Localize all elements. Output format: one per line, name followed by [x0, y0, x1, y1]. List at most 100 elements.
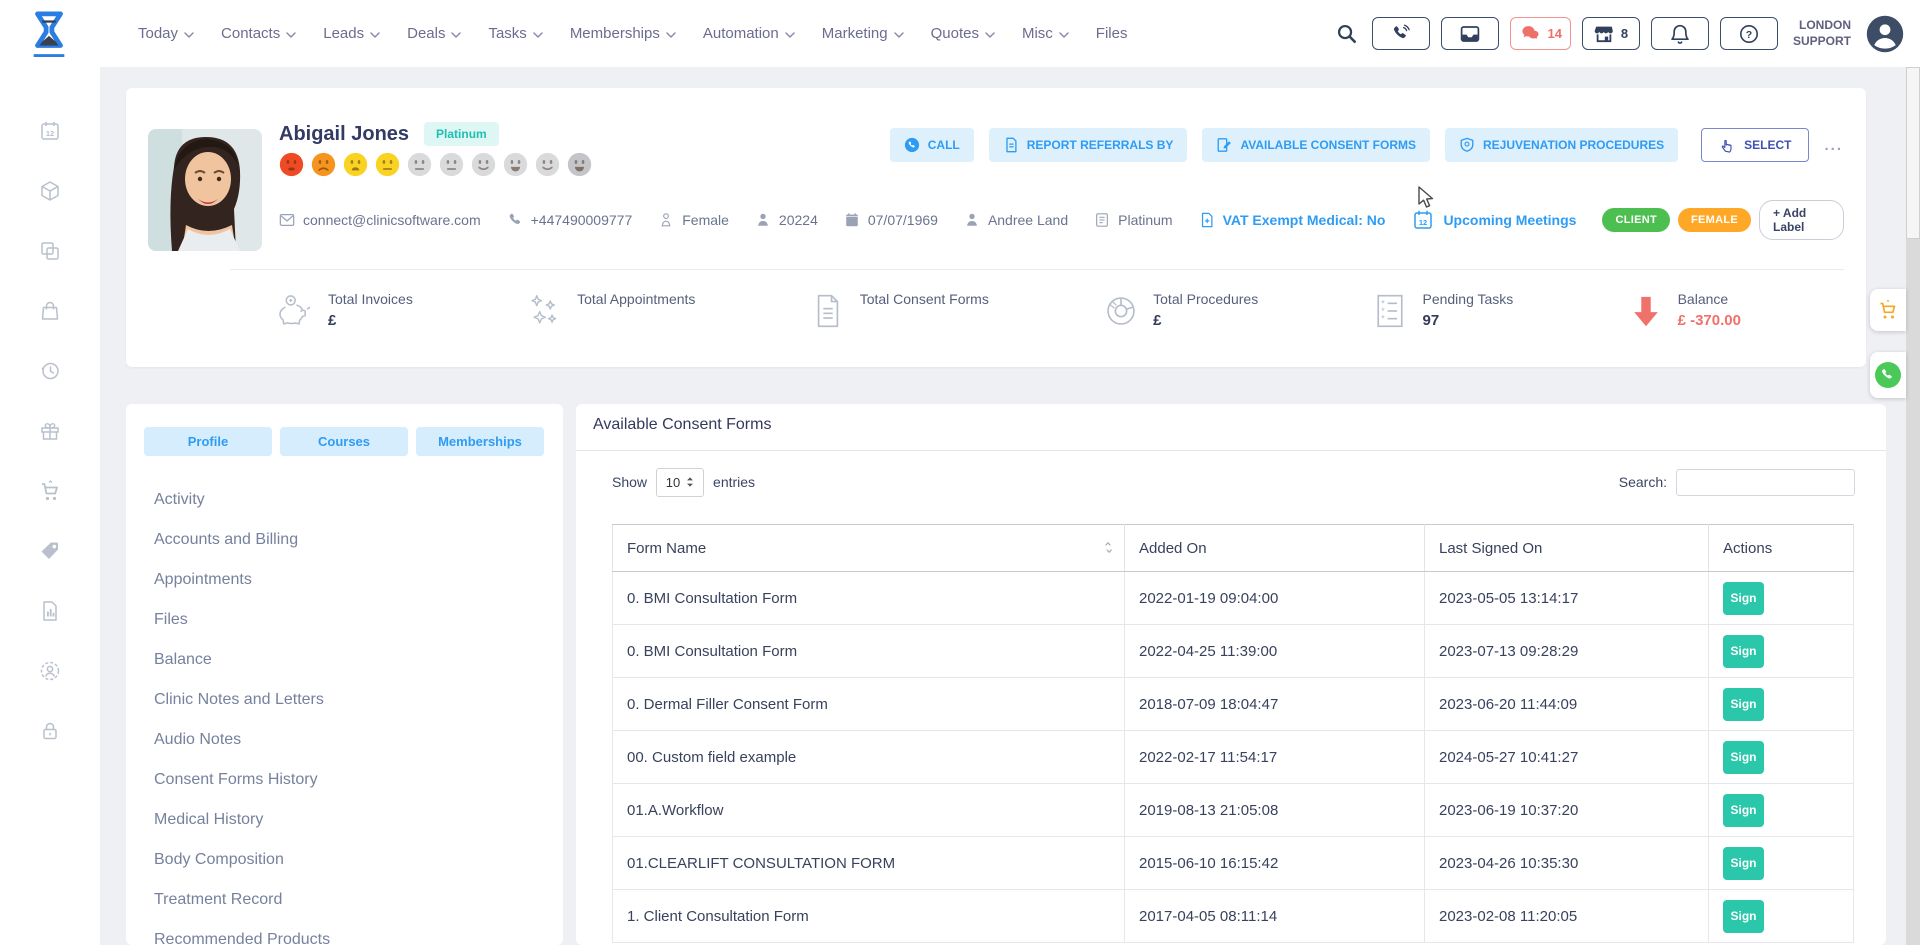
- sign-button[interactable]: Sign: [1723, 741, 1764, 774]
- menu-item-recommended-products[interactable]: Recommended Products: [154, 920, 553, 945]
- shop-button[interactable]: 8: [1582, 17, 1640, 50]
- tab-courses[interactable]: Courses: [280, 427, 408, 456]
- sign-button[interactable]: Sign: [1723, 900, 1764, 933]
- clinicsoftware-logo[interactable]: [26, 9, 72, 59]
- column-header-form-name[interactable]: Form Name: [613, 525, 1125, 572]
- mood-face-4[interactable]: [375, 152, 400, 177]
- table-row: 0. Dermal Filler Consent Form2018-07-09 …: [613, 678, 1854, 731]
- menu-item-files[interactable]: Files: [154, 600, 553, 640]
- messages-count-badge: 14: [1548, 26, 1562, 41]
- select-button[interactable]: SELECT: [1701, 128, 1809, 162]
- mood-face-5[interactable]: [407, 152, 432, 177]
- table-search-input[interactable]: [1676, 469, 1855, 496]
- sign-button[interactable]: Sign: [1723, 688, 1764, 721]
- contact-link[interactable]: 12Upcoming Meetings: [1411, 208, 1576, 232]
- tab-profile[interactable]: Profile: [144, 427, 272, 456]
- action-button-available-consent-forms[interactable]: AVAILABLE CONSENT FORMS: [1202, 128, 1430, 162]
- nav-item-memberships[interactable]: Memberships: [570, 25, 676, 42]
- menu-item-appointments[interactable]: Appointments: [154, 560, 553, 600]
- nav-item-deals[interactable]: Deals: [407, 25, 461, 42]
- nav-item-label: Contacts: [221, 25, 280, 42]
- action-button-report-referrals-by[interactable]: REPORT REFERRALS BY: [989, 128, 1188, 162]
- bag-icon[interactable]: [38, 299, 62, 323]
- messages-button[interactable]: 14: [1510, 17, 1571, 50]
- chat-icon: [1519, 24, 1541, 43]
- nav-item-files[interactable]: Files: [1096, 25, 1128, 42]
- patient-photo[interactable]: [148, 129, 262, 251]
- menu-item-consent-forms-history[interactable]: Consent Forms History: [154, 760, 553, 800]
- help-button[interactable]: ?: [1720, 17, 1778, 50]
- menu-item-accounts-and-billing[interactable]: Accounts and Billing: [154, 520, 553, 560]
- tab-memberships[interactable]: Memberships: [416, 427, 544, 456]
- sort-icon: [1103, 541, 1114, 554]
- cell-added: 2022-02-17 11:54:17: [1125, 731, 1425, 784]
- page-size-value: 10: [666, 475, 680, 490]
- nav-item-leads[interactable]: Leads: [323, 25, 380, 42]
- notifications-button[interactable]: [1651, 17, 1709, 50]
- mood-face-8[interactable]: [503, 152, 528, 177]
- history-icon[interactable]: [38, 359, 62, 383]
- mood-face-1[interactable]: [279, 152, 304, 177]
- nav-item-contacts[interactable]: Contacts: [221, 25, 296, 42]
- page-size-select[interactable]: 10: [656, 468, 704, 497]
- mood-face-6[interactable]: [439, 152, 464, 177]
- mood-face-3[interactable]: [343, 152, 368, 177]
- stat-text: Total Procedures£: [1153, 291, 1258, 329]
- nav-item-today[interactable]: Today: [138, 25, 194, 42]
- calendar12-icon[interactable]: 12: [38, 119, 62, 143]
- nav-item-label: Automation: [703, 25, 779, 42]
- stepper-arrows-icon: [686, 476, 694, 488]
- user-avatar-button[interactable]: [1866, 15, 1904, 53]
- cube-icon[interactable]: [38, 179, 62, 203]
- contact-link[interactable]: VAT Exempt Medical: No: [1199, 212, 1386, 228]
- menu-item-body-composition[interactable]: Body Composition: [154, 840, 553, 880]
- tag-icon[interactable]: [38, 539, 62, 563]
- more-options-button[interactable]: ...: [1824, 137, 1843, 154]
- dialer-button[interactable]: [1372, 17, 1430, 50]
- menu-item-treatment-record[interactable]: Treatment Record: [154, 880, 553, 920]
- mood-face-9[interactable]: [535, 152, 560, 177]
- patient-labels: CLIENTFEMALE+ Add Label: [1602, 200, 1844, 240]
- menu-item-activity[interactable]: Activity: [154, 480, 553, 520]
- nav-item-tasks[interactable]: Tasks: [488, 25, 542, 42]
- menu-item-audio-notes[interactable]: Audio Notes: [154, 720, 553, 760]
- copy-icon[interactable]: [38, 239, 62, 263]
- add-label-button[interactable]: + Add Label: [1759, 200, 1844, 240]
- mood-face-2[interactable]: [311, 152, 336, 177]
- chevron-down-icon: [184, 32, 194, 38]
- menu-item-balance[interactable]: Balance: [154, 640, 553, 680]
- cart-floating-button[interactable]: [1870, 289, 1906, 331]
- column-header-added-on[interactable]: Added On: [1125, 525, 1425, 572]
- inbox-button[interactable]: [1441, 17, 1499, 50]
- cell-signed: 2023-05-05 13:14:17: [1425, 572, 1709, 625]
- cell-added: 2019-08-13 21:05:08: [1125, 784, 1425, 837]
- sign-button[interactable]: Sign: [1723, 635, 1764, 668]
- user-circle-icon[interactable]: [38, 659, 62, 683]
- nav-item-marketing[interactable]: Marketing: [822, 25, 904, 42]
- menu-item-medical-history[interactable]: Medical History: [154, 800, 553, 840]
- nav-item-misc[interactable]: Misc: [1022, 25, 1069, 42]
- cart-icon[interactable]: [38, 479, 62, 503]
- patient-contact-row: connect@clinicsoftware.com+447490009777F…: [279, 200, 1844, 240]
- report-icon[interactable]: [38, 599, 62, 623]
- contact-text: Upcoming Meetings: [1443, 212, 1576, 228]
- gift-icon[interactable]: [38, 419, 62, 443]
- column-header-last-signed-on[interactable]: Last Signed On: [1425, 525, 1709, 572]
- sign-button[interactable]: Sign: [1723, 582, 1764, 615]
- sign-button[interactable]: Sign: [1723, 794, 1764, 827]
- menu-item-clinic-notes-and-letters[interactable]: Clinic Notes and Letters: [154, 680, 553, 720]
- search-icon[interactable]: [1336, 23, 1357, 44]
- column-header-actions[interactable]: Actions: [1709, 525, 1854, 572]
- action-button-call[interactable]: CALL: [890, 128, 974, 162]
- scrollbar-thumb[interactable]: [1906, 67, 1920, 239]
- whatsapp-floating-button[interactable]: [1870, 352, 1906, 398]
- nav-item-automation[interactable]: Automation: [703, 25, 795, 42]
- action-button-rejuvenation-procedures[interactable]: REJUVENATION PROCEDURES: [1445, 128, 1678, 162]
- tier-badge: Platinum: [424, 122, 499, 146]
- sign-button[interactable]: Sign: [1723, 847, 1764, 880]
- mood-face-7[interactable]: [471, 152, 496, 177]
- nav-item-quotes[interactable]: Quotes: [931, 25, 995, 42]
- lock-icon[interactable]: [38, 719, 62, 743]
- mood-face-10[interactable]: [567, 152, 592, 177]
- document-icon: [1003, 137, 1019, 153]
